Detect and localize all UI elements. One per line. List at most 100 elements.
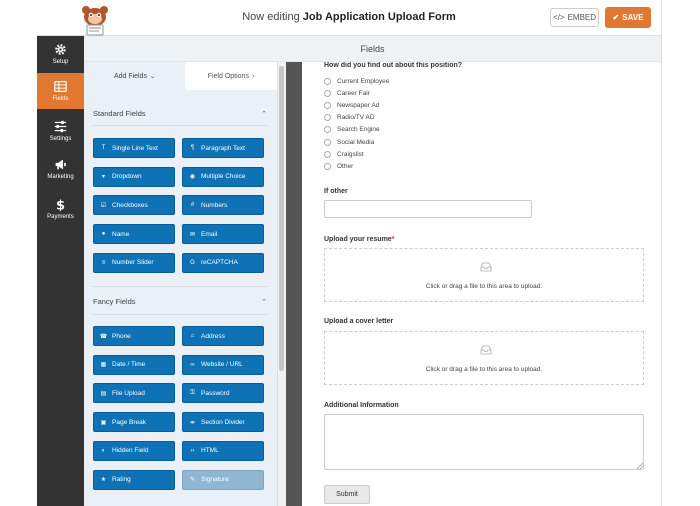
standard-fields-header[interactable]: Standard Fields ⌃ <box>93 109 267 123</box>
if-other-input[interactable] <box>324 200 532 218</box>
save-label: SAVE <box>622 13 644 22</box>
field-button-numbers[interactable]: # Numbers <box>182 195 264 216</box>
field-button-label: Address <box>201 332 225 340</box>
field-button-label: Signature <box>201 476 229 483</box>
field-button-signature[interactable]: ✎ Signature <box>182 469 264 490</box>
tab-add-fields[interactable]: Add Fields ⌄ <box>84 62 185 90</box>
radio-option-search-engine[interactable]: Search Engine <box>324 125 380 135</box>
title-prefix: Now editing <box>242 11 300 23</box>
radio-circle-icon[interactable] <box>324 150 331 158</box>
field-button-recaptcha[interactable]: GreCAPTCHA <box>182 252 264 273</box>
form-builder-app: Now editing Job Application Upload Form … <box>0 0 700 506</box>
submit-button[interactable]: Submit <box>324 485 370 504</box>
field-button-website-url[interactable]: ∞ Website / URL <box>182 354 264 375</box>
field-button-name[interactable]: ● Name <box>93 224 175 245</box>
field-button-single-line-text[interactable]: T Single Line Text <box>93 138 175 158</box>
sidebar-item-label: Setup <box>52 59 69 65</box>
recaptcha-icon: G <box>190 259 195 266</box>
field-button-html[interactable]: ‹› HTML <box>182 440 264 461</box>
lock-icon: ⚿ <box>190 389 195 396</box>
form-preview: How did you find out about this position… <box>302 62 661 506</box>
sidebar-item-fields[interactable]: Fields <box>37 73 84 109</box>
additional-info-textarea[interactable] <box>324 414 644 470</box>
field-button-label: Paragraph Text <box>201 144 245 152</box>
field-button-rating[interactable]: ★ Rating <box>93 469 175 490</box>
inbox-icon <box>480 345 492 355</box>
section-title: Fancy Fields <box>93 297 136 306</box>
field-button-file-upload[interactable]: ▤ File Upload <box>93 383 175 404</box>
cover-letter-upload-zone[interactable]: Click or drag a file to this area to upl… <box>324 331 644 385</box>
upload-icon: ▤ <box>100 390 107 397</box>
field-button-label: reCAPTCHA <box>201 259 238 267</box>
radio-option-social-media[interactable]: Social Media <box>324 137 374 147</box>
field-button-number-slider[interactable]: ≡ Number Slider <box>93 252 175 273</box>
sidebar-item-settings[interactable]: Settings <box>37 113 84 149</box>
radio-circle-icon[interactable] <box>324 101 331 109</box>
resume-upload-zone[interactable]: Click or drag a file to this area to upl… <box>324 248 644 302</box>
sidebar-item-marketing[interactable]: Marketing <box>37 151 84 187</box>
wpforms-logo <box>77 4 113 36</box>
chevron-up-icon: ⌃ <box>261 111 267 118</box>
cover-letter-label: Upload a cover letter <box>324 318 394 325</box>
field-button-email[interactable]: ✉ Email <box>182 224 264 245</box>
field-button-password[interactable]: ⚿ Password <box>182 383 264 404</box>
section-title: Standard Fields <box>93 109 146 118</box>
radio-option-newspaper-ad[interactable]: Newspaper Ad <box>324 100 379 110</box>
dollar-icon: $ <box>56 198 65 211</box>
sliders-icon <box>54 120 67 133</box>
check-icon: ✔ <box>612 13 620 22</box>
field-button-label: Phone <box>112 332 131 340</box>
radio-label: Career Fair <box>337 89 370 97</box>
sidebar-item-payments[interactable]: $ Payments <box>37 191 84 227</box>
panel-scrollbar-thumb[interactable] <box>279 66 284 371</box>
radio-icon: ◉ <box>189 174 196 181</box>
radio-circle-icon[interactable] <box>324 89 331 97</box>
field-button-phone[interactable]: ☎ Phone <box>93 326 175 346</box>
resize-grip-icon[interactable] <box>637 463 643 469</box>
tab-label: Add Fields <box>113 72 148 80</box>
code-icon: ‹› <box>190 447 195 454</box>
radio-label: Other <box>337 162 354 170</box>
field-button-date-time[interactable]: ▦ Date / Time <box>93 354 175 375</box>
radio-circle-icon[interactable] <box>324 114 331 122</box>
phone-icon: ☎ <box>99 333 108 340</box>
radio-option-current-employee[interactable]: Current Employee <box>324 76 389 86</box>
field-button-multiple-choice[interactable]: ◉ Multiple Choice <box>182 166 264 187</box>
field-button-label: File Upload <box>112 389 145 397</box>
sidebar-item-label: Marketing <box>47 174 74 180</box>
field-button-address[interactable]: ⌂ Address <box>182 326 264 346</box>
radio-option-craigslist[interactable]: Craigslist <box>324 149 364 159</box>
radio-option-other[interactable]: Other <box>324 161 353 171</box>
field-button-section-divider[interactable]: ⇹ Section Divider <box>182 412 264 433</box>
radio-circle-icon[interactable] <box>324 138 331 146</box>
field-button-checkboxes[interactable]: ☑ Checkboxes <box>93 195 175 216</box>
field-button-page-break[interactable]: ▣ Page Break <box>93 412 175 433</box>
code-icon: </> <box>552 13 565 22</box>
radio-circle-icon[interactable] <box>324 126 331 134</box>
chevron-right-icon: › <box>251 72 255 80</box>
gear-icon <box>55 44 66 55</box>
upload-hint: Click or drag a file to this area to upl… <box>425 283 543 290</box>
tab-field-options[interactable]: Field Options › <box>185 62 277 90</box>
page-break-icon: ▣ <box>100 419 107 426</box>
chevron-up-icon: ⌃ <box>261 299 267 306</box>
fancy-fields-header[interactable]: Fancy Fields ⌃ <box>93 297 267 311</box>
field-button-paragraph-text[interactable]: ¶ Paragraph Text <box>182 138 264 158</box>
radio-option-radio-tv-ad[interactable]: Radio/TV AD <box>324 113 375 123</box>
radio-option-career-fair[interactable]: Career Fair <box>324 88 370 98</box>
radio-label: Search Engine <box>337 126 380 134</box>
panel-divider <box>286 62 302 506</box>
field-button-hidden-field[interactable]: ◐ Hidden Field <box>93 440 175 461</box>
sidebar-item-setup[interactable]: Setup <box>37 36 84 72</box>
radio-circle-icon[interactable] <box>324 77 331 85</box>
field-button-dropdown[interactable]: ▾ Dropdown <box>93 166 175 187</box>
radio-label: Social Media <box>337 138 375 146</box>
eye-slash-icon: ◐ <box>101 447 106 454</box>
chevron-down-icon: ⌄ <box>150 73 156 80</box>
sidebar-item-label: Settings <box>49 136 72 142</box>
embed-button[interactable]: </> EMBED <box>550 8 599 27</box>
fields-icon <box>54 81 67 92</box>
star-icon: ★ <box>100 477 107 483</box>
radio-circle-icon[interactable] <box>324 162 331 170</box>
save-button[interactable]: ✔ SAVE <box>605 7 651 28</box>
